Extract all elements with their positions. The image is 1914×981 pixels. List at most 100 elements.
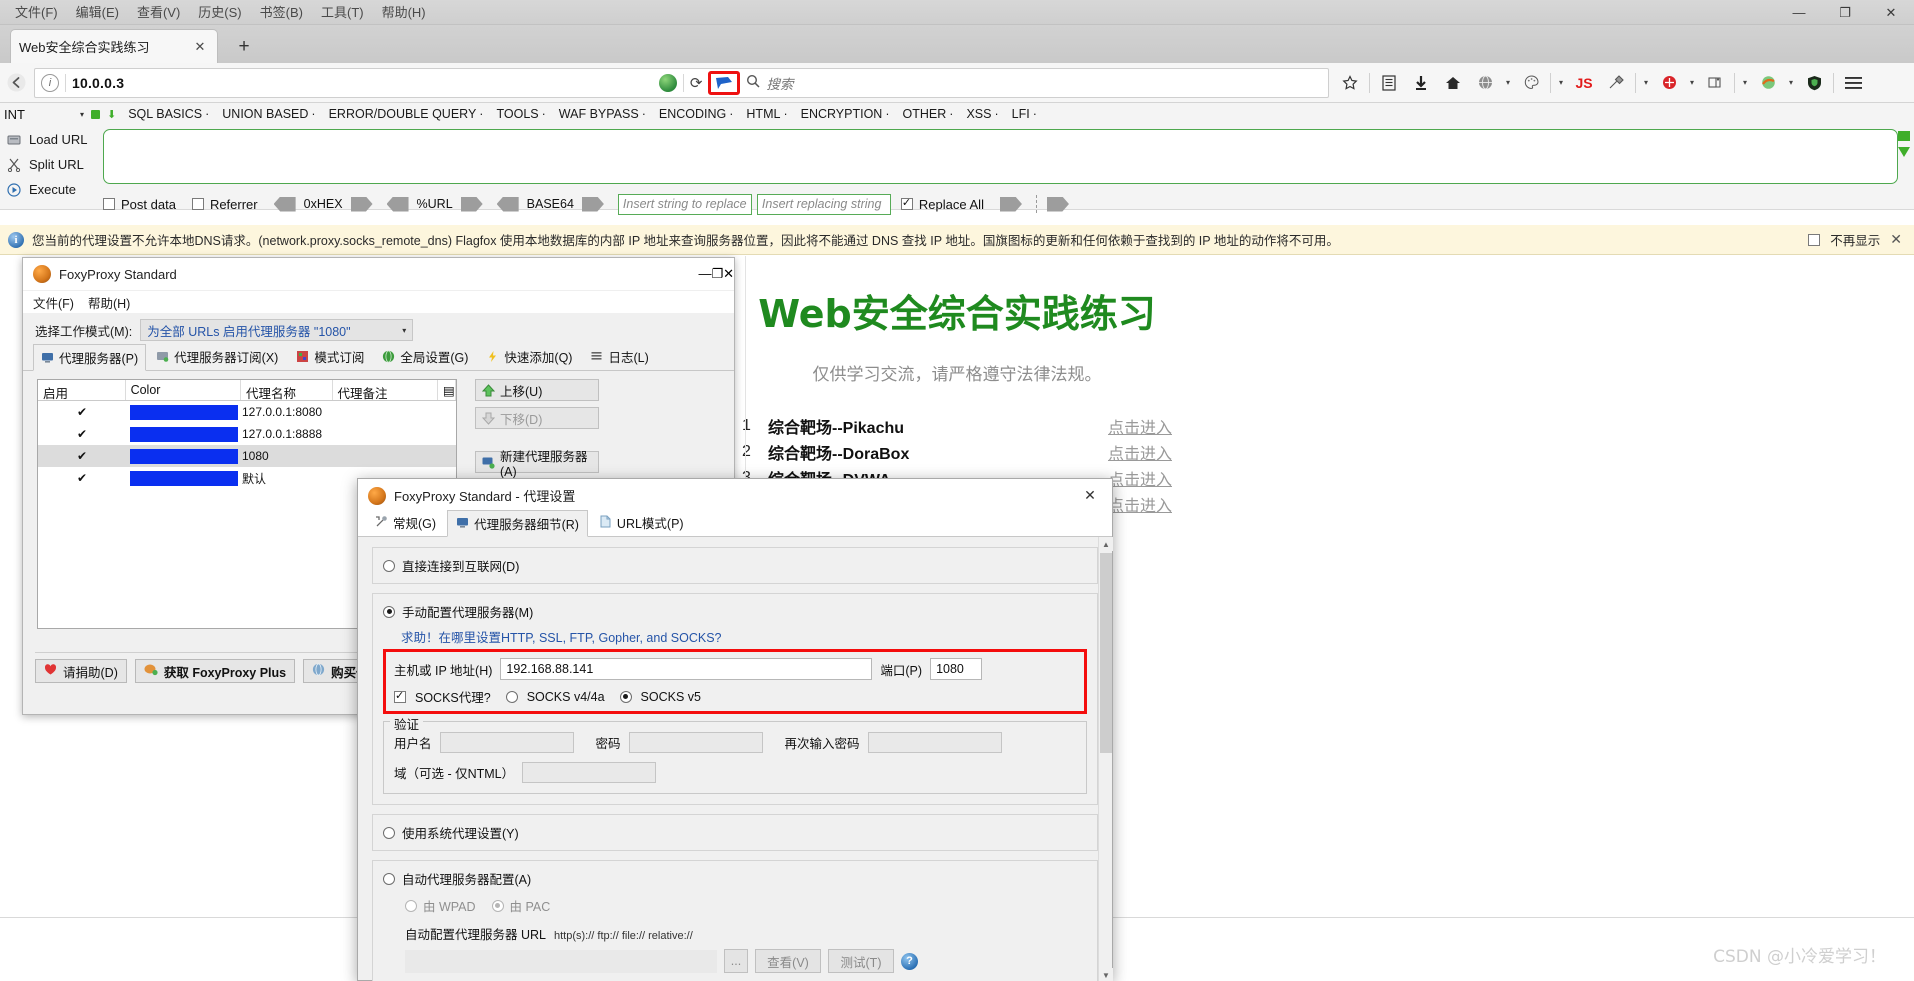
manual-proxy-radio[interactable] xyxy=(383,605,395,618)
hackbar-menu-error-double-query[interactable]: ERROR/DOUBLE QUERY xyxy=(329,107,484,121)
hackbar-menu-union-based[interactable]: UNION BASED xyxy=(222,107,315,121)
reload-icon[interactable]: ⟳ xyxy=(690,74,703,92)
hackbar-menu-other[interactable]: OTHER xyxy=(903,107,954,121)
mode-select[interactable]: 为全部 URLs 启用代理服务器 "1080" ▾ xyxy=(140,319,414,341)
globe-extension-caret-icon[interactable]: ▾ xyxy=(1502,78,1514,87)
foxyproxy-minimize-button[interactable]: — xyxy=(698,266,711,282)
hackbar-request-textarea[interactable] xyxy=(103,129,1898,184)
tab-pattern-subscriptions[interactable]: 模式订阅 xyxy=(288,343,372,370)
tab-logs[interactable]: 日志(L) xyxy=(582,343,656,370)
base64-decode-arrow-icon[interactable] xyxy=(496,196,519,212)
item-enter-link[interactable]: 点击进入 xyxy=(1108,466,1172,490)
donate-button[interactable]: 请捐助(D) xyxy=(35,659,127,683)
globe-icon[interactable] xyxy=(658,73,677,92)
foxyproxy-menu-file[interactable]: 文件(F) xyxy=(33,293,74,312)
tab-proxies[interactable]: 代理服务器(P) xyxy=(33,344,147,371)
table-row-selected[interactable]: ✔ 1080 xyxy=(38,445,456,467)
base64-encode-arrow-icon[interactable] xyxy=(581,196,604,212)
hackbar-down-arrow-icon[interactable]: ⬇ xyxy=(107,108,116,121)
replace-apply-arrow-icon-2[interactable] xyxy=(1046,196,1069,212)
scroll-thumb[interactable] xyxy=(1100,553,1112,753)
manual-proxy-option[interactable]: 手动配置代理服务器(M) xyxy=(383,602,1087,621)
javascript-toggle-icon[interactable]: JS xyxy=(1569,68,1599,98)
replace-apply-arrow-icon[interactable] xyxy=(999,196,1022,212)
move-down-button[interactable]: 下移(D) xyxy=(475,407,599,429)
col-options-icon[interactable]: ▤ xyxy=(438,380,456,400)
menu-file[interactable]: 文件(F) xyxy=(6,2,67,23)
site-info-icon[interactable]: i xyxy=(41,73,59,92)
hex-encode-button[interactable]: 0xHEX xyxy=(273,196,373,212)
hex-encode-arrow-icon[interactable] xyxy=(350,196,373,212)
palette-caret-icon[interactable]: ▾ xyxy=(1555,78,1567,87)
palette-icon[interactable] xyxy=(1516,68,1546,98)
tamper-caret-icon[interactable]: ▾ xyxy=(1640,78,1652,87)
new-tab-button[interactable]: + xyxy=(232,35,256,59)
foxyproxy-maximize-button[interactable]: ❐ xyxy=(711,266,723,282)
menu-view[interactable]: 查看(V) xyxy=(128,2,189,23)
post-data-checkbox[interactable] xyxy=(103,198,115,210)
item-enter-link[interactable]: 点击进入 xyxy=(1108,414,1172,438)
tab-quick-add[interactable]: 快速添加(Q) xyxy=(478,343,580,370)
hackbar-caret-icon[interactable]: ▾ xyxy=(1686,78,1698,87)
dialog-scrollbar[interactable]: ▲ ▼ xyxy=(1098,537,1113,981)
socks-proxy-checkbox[interactable] xyxy=(394,689,406,703)
port-input[interactable]: 1080 xyxy=(930,658,983,680)
confirm-password-field[interactable] xyxy=(867,732,1002,753)
hackbar-menu-xss[interactable]: XSS xyxy=(966,107,998,121)
hackbar-collapse-icon[interactable] xyxy=(1898,131,1910,141)
pac-url-input[interactable] xyxy=(405,949,717,973)
foxyproxy-menu-help[interactable]: 帮助(H) xyxy=(88,293,130,312)
item-enter-link[interactable]: 点击进入 xyxy=(1108,492,1172,516)
tab-global-settings[interactable]: 全局设置(G) xyxy=(374,343,476,370)
hackbar-menu-waf-bypass[interactable]: WAF BYPASS xyxy=(559,107,646,121)
base64-encode-button[interactable]: BASE64 xyxy=(496,196,604,212)
password-field[interactable] xyxy=(628,732,763,753)
direct-connection-radio[interactable] xyxy=(383,559,395,572)
hackbar-status-dot-icon[interactable] xyxy=(91,109,100,119)
browser-tab[interactable]: Web安全综合实践练习 ✕ xyxy=(10,29,218,63)
direct-connection-option[interactable]: 直接连接到互联网(D) xyxy=(383,556,1087,575)
url-decode-arrow-icon[interactable] xyxy=(386,196,409,212)
table-row[interactable]: ✔ 127.0.0.1:8080 xyxy=(38,401,456,423)
hackbar-menu-html[interactable]: HTML xyxy=(746,107,787,121)
url-bar[interactable]: i 10.0.0.3 ⟳ 搜索 xyxy=(34,67,1329,98)
execute-button[interactable]: Execute xyxy=(0,177,100,202)
wpad-radio[interactable] xyxy=(405,899,417,912)
menu-edit[interactable]: 编辑(E) xyxy=(67,2,128,23)
firefox-extension-icon[interactable] xyxy=(1753,68,1783,98)
tab-general[interactable]: 常规(G) xyxy=(366,509,445,536)
home-icon[interactable] xyxy=(1438,68,1468,98)
system-proxy-radio[interactable] xyxy=(383,826,395,839)
item-enter-link[interactable]: 点击进入 xyxy=(1108,440,1172,464)
back-button[interactable] xyxy=(0,67,32,99)
scroll-up-icon[interactable]: ▲ xyxy=(1099,537,1113,551)
menu-tools[interactable]: 工具(T) xyxy=(312,2,373,23)
flagfox-icon-highlight[interactable] xyxy=(708,70,741,95)
hackbar-menu-lfi[interactable]: LFI xyxy=(1012,107,1037,121)
library-icon[interactable] xyxy=(1374,68,1404,98)
new-proxy-button[interactable]: 新建代理服务器(A) xyxy=(475,450,599,479)
tamper-icon[interactable] xyxy=(1601,68,1631,98)
table-row[interactable]: ✔ 127.0.0.1:8888 xyxy=(38,423,456,445)
globe-extension-icon[interactable] xyxy=(1470,68,1500,98)
domain-field[interactable] xyxy=(522,762,657,783)
tab-proxy-subscriptions[interactable]: 代理服务器订阅(X) xyxy=(148,343,286,370)
dialog-close-button[interactable]: ✕ xyxy=(1068,479,1112,512)
hex-decode-arrow-icon[interactable] xyxy=(273,196,296,212)
host-input[interactable]: 192.168.88.141 xyxy=(500,658,873,680)
tab-proxy-details[interactable]: 代理服务器细节(R) xyxy=(447,510,588,537)
close-button[interactable]: ✕ xyxy=(1868,0,1914,25)
foxyproxy-close-button[interactable]: ✕ xyxy=(723,266,734,282)
tab-url-patterns[interactable]: URL模式(P) xyxy=(590,509,693,536)
adblock-shield-icon[interactable] xyxy=(1799,68,1829,98)
socks-v5-radio[interactable] xyxy=(619,690,632,703)
hackbar-icon[interactable] xyxy=(1654,68,1684,98)
hackbar-type-select[interactable]: INT ▾ xyxy=(4,105,84,123)
dont-show-checkbox[interactable] xyxy=(1808,233,1821,246)
get-plus-button[interactable]: 获取 FoxyProxy Plus xyxy=(134,659,296,683)
hackbar-menu-tools[interactable]: TOOLS xyxy=(496,107,545,121)
downloads-icon[interactable] xyxy=(1406,68,1436,98)
referrer-checkbox[interactable] xyxy=(191,198,204,210)
cookies-caret-icon[interactable]: ▾ xyxy=(1739,78,1751,87)
hackbar-menu-encoding[interactable]: ENCODING xyxy=(659,107,734,121)
